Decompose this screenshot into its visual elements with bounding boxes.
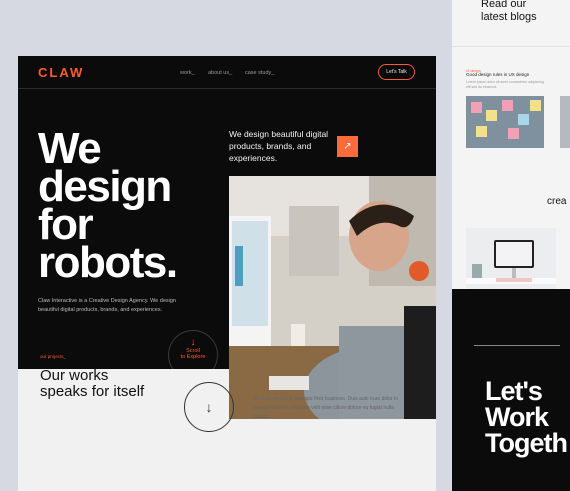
- blog-section-title: Read our latest blogs: [481, 0, 537, 24]
- office-photo-illustration: [229, 176, 436, 419]
- heading-line: Togeth: [485, 428, 568, 458]
- hero-tagline: We design beautiful digital products, br…: [229, 129, 329, 163]
- hero-description: Claw Interactive is a Creative Design Ag…: [38, 298, 176, 313]
- top-nav: CLAW work_ about us_ case study_ Let's T…: [18, 56, 436, 89]
- works-title-line: speaks for itself: [40, 383, 145, 400]
- lets-talk-button[interactable]: Let's Talk: [378, 64, 415, 80]
- heading-line: Let's: [485, 376, 543, 406]
- blog-title-line: latest blogs: [481, 11, 537, 23]
- works-section-bg-right: [229, 419, 436, 491]
- divider: [474, 345, 560, 346]
- works-title: Our works speaks for itself: [40, 368, 144, 400]
- arrow-up-right-button[interactable]: ↗: [337, 136, 358, 157]
- blog-headline[interactable]: Good design rules in UX design: [466, 72, 529, 77]
- scroll-down-button[interactable]: ↓: [184, 382, 234, 432]
- lets-work-together-heading: Let's Work Togeth: [485, 376, 568, 458]
- sticky-notes-illustration: [466, 96, 544, 148]
- works-label: our projects_: [40, 354, 67, 359]
- nav-link-case-study[interactable]: case study_: [245, 70, 274, 76]
- arrow-down-icon: ↓: [190, 337, 196, 348]
- blog-thumbnail-2[interactable]: [560, 96, 570, 148]
- blog-summary: Lorem ipsum dolor sit amet consectetur a…: [466, 80, 544, 89]
- logo[interactable]: CLAW: [38, 65, 84, 80]
- hero-photo: [229, 176, 436, 419]
- landing-page-mockup: CLAW work_ about us_ case study_ Let's T…: [18, 56, 436, 491]
- hero-title-line: robots.: [38, 238, 178, 287]
- blog-title-line: Read our: [481, 0, 527, 10]
- nav-link-about[interactable]: about us_: [208, 70, 232, 76]
- hero-title: We design for robots.: [38, 127, 178, 287]
- section-heading-partial: crea: [547, 196, 567, 207]
- arrow-down-icon: ↓: [205, 399, 213, 415]
- works-description: We help people to reshape their business…: [253, 396, 398, 420]
- side-preview-panel: Read our latest blogs UI design Good des…: [452, 0, 570, 491]
- arrow-up-right-icon: ↗: [343, 141, 352, 152]
- heading-line: Work: [485, 402, 549, 432]
- nav-link-work[interactable]: work_: [180, 70, 195, 76]
- works-title-line: Our works: [40, 367, 109, 384]
- scroll-label-2: to Explore: [180, 354, 206, 360]
- blog-thumbnail[interactable]: [466, 96, 544, 148]
- divider: [452, 46, 570, 47]
